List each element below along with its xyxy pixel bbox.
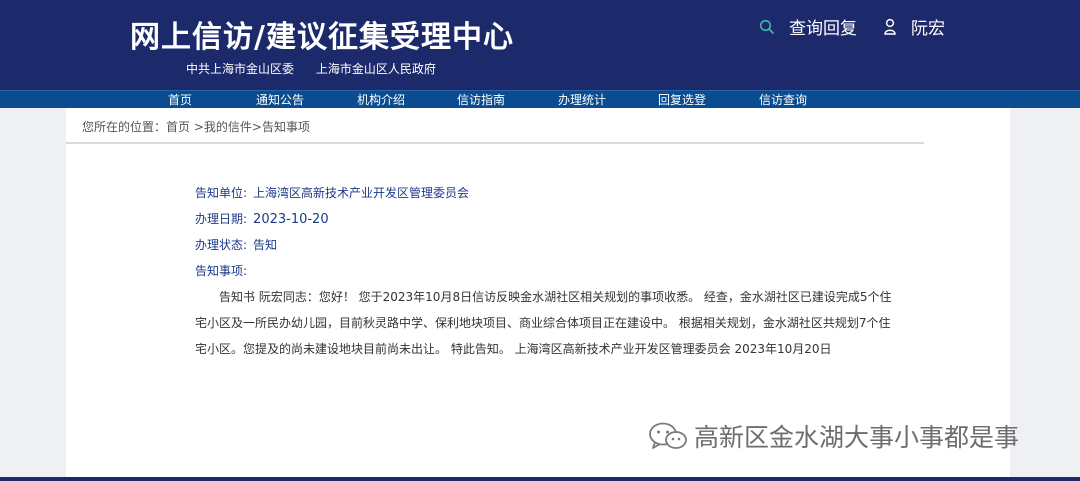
divider <box>66 142 924 144</box>
nav-item-statistics[interactable]: 办理统计 <box>558 91 606 109</box>
org-district-government: 上海市金山区人民政府 <box>315 62 436 76</box>
query-reply-link[interactable]: 查询回复 <box>789 14 857 39</box>
user-icon[interactable] <box>883 18 897 36</box>
bottom-bar <box>0 477 1080 481</box>
notice-unit-label: 告知单位: <box>195 186 248 200</box>
nav-item-organizations[interactable]: 机构介绍 <box>357 91 405 109</box>
breadcrumb: 您所在的位置：首页 >我的信件>告知事项 <box>82 118 310 135</box>
notice-unit-row: 告知单位: 上海湾区高新技术产业开发区管理委员会 <box>195 184 469 201</box>
nav-item-notices[interactable]: 通知公告 <box>256 91 304 109</box>
breadcrumb-home[interactable]: 首页 <box>166 120 190 134</box>
watermark-text: 高新区金水湖大事小事都是事 <box>694 423 1020 452</box>
notice-matters-row: 告知事项: <box>195 262 247 279</box>
org-names: 中共上海市金山区委 上海市金山区人民政府 <box>186 60 454 77</box>
nav-item-replies[interactable]: 回复选登 <box>658 91 706 109</box>
notice-date-row: 办理日期: 2023-10-20 <box>195 210 329 227</box>
notice-date-label: 办理日期: <box>195 212 248 226</box>
wechat-icon <box>648 421 688 451</box>
nav-item-query[interactable]: 信访查询 <box>759 91 807 109</box>
breadcrumb-my-letters[interactable]: 我的信件 <box>204 120 252 134</box>
breadcrumb-separator: > <box>251 120 262 134</box>
header-actions: 查询回复 阮宏 <box>759 14 945 39</box>
notice-content: 告知书 阮宏同志：您好！ 您于2023年10月8日信访反映金水湖社区相关规划的事… <box>195 290 892 356</box>
nav-item-home[interactable]: 首页 <box>168 91 192 109</box>
notice-date-value: 2023-10-20 <box>253 212 329 227</box>
nav-item-guide[interactable]: 信访指南 <box>457 91 505 109</box>
org-district-committee: 中共上海市金山区委 <box>186 62 295 76</box>
breadcrumb-separator: > <box>190 120 204 134</box>
main-nav: 首页 通知公告 机构介绍 信访指南 办理统计 回复选登 信访查询 <box>0 90 1080 108</box>
notice-unit-value: 上海湾区高新技术产业开发区管理委员会 <box>253 186 470 200</box>
notice-status-row: 办理状态: 告知 <box>195 236 277 253</box>
watermark: 高新区金水湖大事小事都是事 <box>648 418 1019 454</box>
notice-status-label: 办理状态: <box>195 238 248 252</box>
site-title: 网上信访/建议征集受理中心 <box>130 20 514 55</box>
notice-status-value: 告知 <box>253 238 278 252</box>
search-icon[interactable] <box>759 19 775 35</box>
breadcrumb-prefix: 您所在的位置： <box>82 120 167 134</box>
user-name[interactable]: 阮宏 <box>911 14 945 39</box>
notice-matters-label: 告知事项: <box>195 264 248 278</box>
breadcrumb-current: 告知事项 <box>261 120 310 134</box>
header: 网上信访/建议征集受理中心 中共上海市金山区委 上海市金山区人民政府 查询回复 … <box>0 0 1080 90</box>
